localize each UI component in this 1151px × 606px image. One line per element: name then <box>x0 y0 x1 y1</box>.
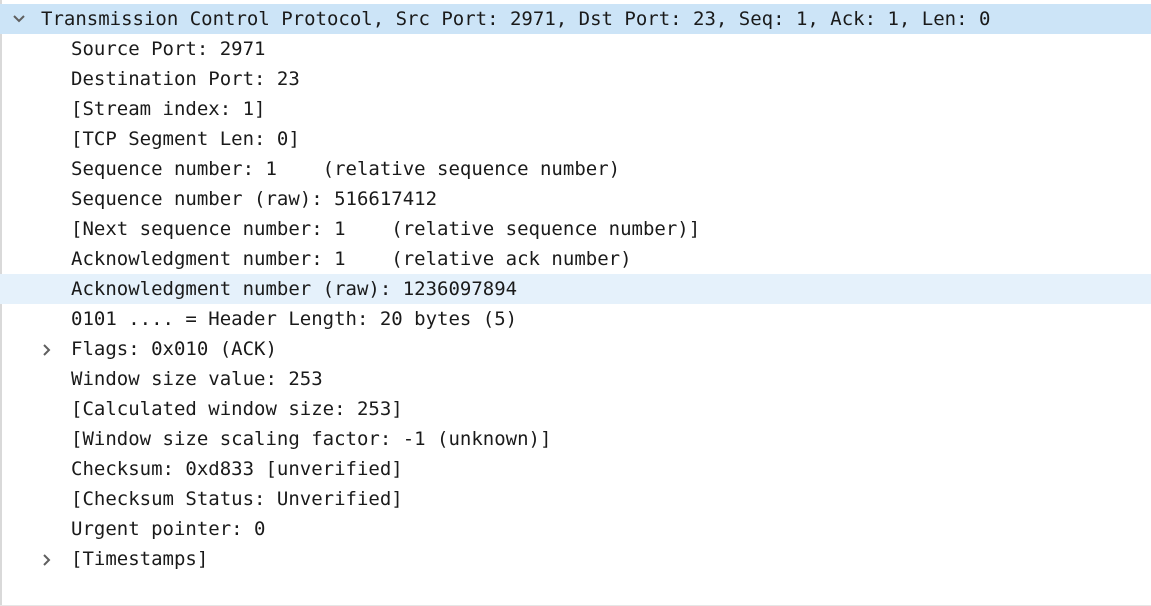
tree-row-label: Acknowledgment number: 1 (relative ack n… <box>71 248 632 270</box>
tree-row-checksum-status[interactable]: [Checksum Status: Unverified] <box>0 484 1151 514</box>
tree-row-label: Acknowledgment number (raw): 1236097894 <box>71 278 518 300</box>
tree-row-label: [TCP Segment Len: 0] <box>71 128 300 150</box>
tree-row-label: Window size value: 253 <box>71 368 323 390</box>
tree-row-ack-number[interactable]: Acknowledgment number: 1 (relative ack n… <box>0 244 1151 274</box>
tree-row-flags[interactable]: Flags: 0x010 (ACK) <box>0 334 1151 364</box>
tree-row-window-scaling-factor[interactable]: [Window size scaling factor: -1 (unknown… <box>0 424 1151 454</box>
tree-row-header-length[interactable]: 0101 .... = Header Length: 20 bytes (5) <box>0 304 1151 334</box>
chevron-right-icon[interactable] <box>38 544 58 574</box>
tree-row-urgent-pointer[interactable]: Urgent pointer: 0 <box>0 514 1151 544</box>
tree-row-label: Transmission Control Protocol, Src Port:… <box>41 8 991 30</box>
tree-row-label: Sequence number (raw): 516617412 <box>71 188 438 210</box>
tree-row-label: [Calculated window size: 253] <box>71 398 403 420</box>
tree-row-stream-index[interactable]: [Stream index: 1] <box>0 94 1151 124</box>
tree-row-ack-number-raw[interactable]: Acknowledgment number (raw): 1236097894 <box>0 274 1151 304</box>
tree-row-label: [Checksum Status: Unverified] <box>71 488 403 510</box>
tree-row-label: Checksum: 0xd833 [unverified] <box>71 458 403 480</box>
tree-row-sequence-number[interactable]: Sequence number: 1 (relative sequence nu… <box>0 154 1151 184</box>
tree-row-segment-len[interactable]: [TCP Segment Len: 0] <box>0 124 1151 154</box>
tree-row-tcp-header[interactable]: Transmission Control Protocol, Src Port:… <box>0 4 1151 34</box>
tree-row-label: 0101 .... = Header Length: 20 bytes (5) <box>71 308 518 330</box>
tree-row-next-sequence-number[interactable]: [Next sequence number: 1 (relative seque… <box>0 214 1151 244</box>
tree-row-label: Source Port: 2971 <box>71 38 266 60</box>
tree-row-label: [Window size scaling factor: -1 (unknown… <box>71 428 552 450</box>
chevron-right-icon[interactable] <box>38 334 58 364</box>
chevron-down-icon[interactable] <box>9 4 29 34</box>
tree-row-calculated-window-size[interactable]: [Calculated window size: 253] <box>0 394 1151 424</box>
packet-details-pane[interactable]: Transmission Control Protocol, Src Port:… <box>0 0 1151 606</box>
tree-row-label: Destination Port: 23 <box>71 68 300 90</box>
protocol-tree[interactable]: Transmission Control Protocol, Src Port:… <box>0 4 1151 574</box>
tree-row-label: Sequence number: 1 (relative sequence nu… <box>71 158 621 180</box>
tree-row-label: [Timestamps] <box>71 548 209 570</box>
tree-row-source-port[interactable]: Source Port: 2971 <box>0 34 1151 64</box>
tree-row-window-size-value[interactable]: Window size value: 253 <box>0 364 1151 394</box>
tree-row-label: [Stream index: 1] <box>71 98 266 120</box>
tree-row-checksum[interactable]: Checksum: 0xd833 [unverified] <box>0 454 1151 484</box>
tree-row-destination-port[interactable]: Destination Port: 23 <box>0 64 1151 94</box>
tree-row-timestamps[interactable]: [Timestamps] <box>0 544 1151 574</box>
tree-row-label: [Next sequence number: 1 (relative seque… <box>71 218 701 240</box>
tree-row-sequence-number-raw[interactable]: Sequence number (raw): 516617412 <box>0 184 1151 214</box>
tree-row-label: Urgent pointer: 0 <box>71 518 266 540</box>
tree-row-label: Flags: 0x010 (ACK) <box>71 338 277 360</box>
